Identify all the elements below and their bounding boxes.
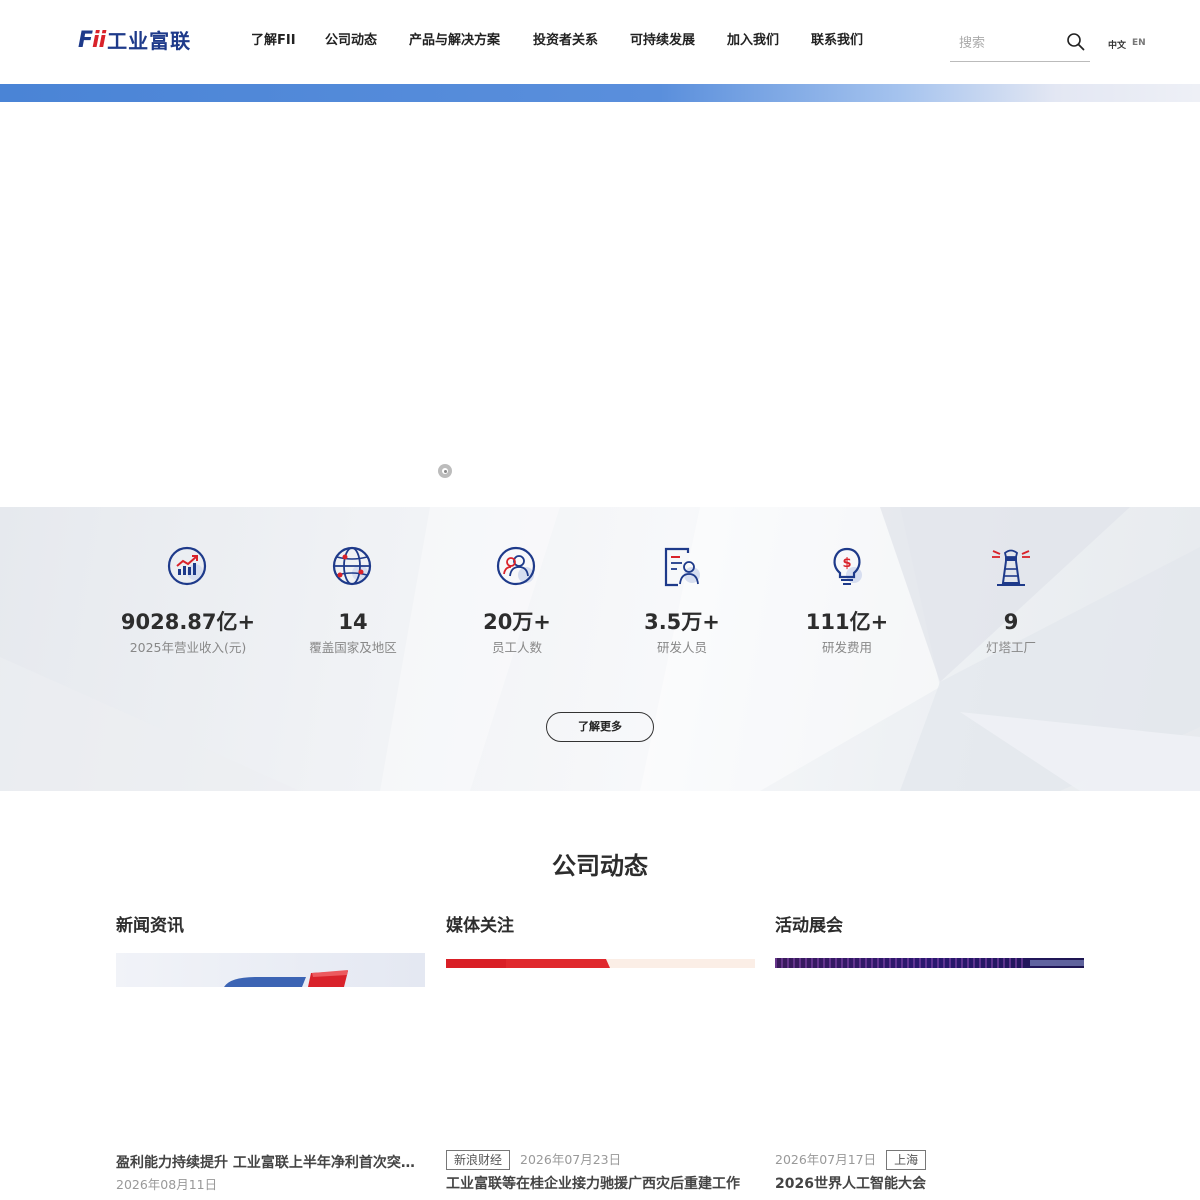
stat-label: 研发人员 xyxy=(656,640,707,655)
media-meta: 新浪财经 2026年07月23日 xyxy=(446,1150,621,1170)
stat-researchers: 3.5万+ 研发人员 xyxy=(600,545,764,656)
hero-banner xyxy=(0,102,1200,507)
media-column: 媒体关注 新浪财经 2026年07月23日 工业富联等在桂企业接力驰援广西灾后重… xyxy=(446,913,755,1192)
nav-contact-us[interactable]: 联系我们 xyxy=(811,32,863,50)
news-date: 2026年08月11日 xyxy=(116,1177,218,1192)
media-thumbnail-image xyxy=(446,959,755,968)
stat-label: 员工人数 xyxy=(491,640,542,655)
stats-band: 9028.87亿+ 2025年营业收入(元) 14 覆盖国家及地区 20万+ 员… xyxy=(0,507,1200,791)
growth-chart-icon xyxy=(167,546,207,586)
carousel-indicator[interactable] xyxy=(438,464,452,478)
nav-sustainability[interactable]: 可持续发展 xyxy=(630,32,695,50)
stat-label: 2025年营业收入(元) xyxy=(129,640,247,655)
nav-about-fii[interactable]: 了解FII xyxy=(251,32,296,50)
media-headline[interactable]: 工业富联等在桂企业接力驰援广西灾后重建工作 xyxy=(446,1174,755,1194)
news-meta: 2026年08月11日 xyxy=(116,1176,217,1194)
lightbulb-dollar-icon: $ xyxy=(833,547,862,585)
stat-value: 3.5万+ xyxy=(644,610,720,634)
language-switch: 中文 EN xyxy=(1108,38,1146,51)
search-input[interactable] xyxy=(950,26,1058,60)
fii-logo[interactable]: Fii 工业富联 xyxy=(78,28,192,54)
events-meta: 2026年07月17日 上海 xyxy=(775,1150,927,1170)
news-column: 新闻资讯 盈利能力持续提升 工业富联上半年净利首次突破百亿元 2026年08月1… xyxy=(116,913,425,1192)
researcher-icon xyxy=(664,547,700,587)
search-box xyxy=(950,26,1090,62)
learn-more-button[interactable]: 了解更多 xyxy=(546,712,654,742)
globe-icon xyxy=(332,546,372,586)
stat-value: 14 xyxy=(338,610,368,634)
media-column-heading[interactable]: 媒体关注 xyxy=(446,913,755,939)
media-source-tag: 新浪财经 xyxy=(446,1150,511,1170)
stat-value: 20万+ xyxy=(483,610,551,634)
events-location-tag: 上海 xyxy=(886,1150,927,1170)
events-date: 2026年07月17日 xyxy=(775,1152,877,1167)
stat-value: 9028.87亿+ xyxy=(120,610,256,634)
stat-value: 9 xyxy=(1003,610,1019,634)
header-accent-bar xyxy=(0,84,1200,102)
lighthouse-icon xyxy=(992,549,1030,586)
events-thumbnail[interactable] xyxy=(775,953,1084,1143)
logo-text: 工业富联 xyxy=(107,29,192,53)
news-section-title: 公司动态 xyxy=(552,852,648,880)
events-thumbnail-image xyxy=(775,958,1084,968)
stat-label: 覆盖国家及地区 xyxy=(309,640,397,655)
stat-rd-expense: $ 111亿+ 研发费用 xyxy=(765,545,929,656)
stat-countries: 14 覆盖国家及地区 xyxy=(271,545,435,656)
search-icon[interactable] xyxy=(1066,32,1086,52)
stat-revenue: 9028.87亿+ 2025年营业收入(元) xyxy=(106,545,270,656)
stat-lighthouse-factories: 9 灯塔工厂 xyxy=(929,545,1093,656)
lang-chinese[interactable]: 中文 xyxy=(1108,38,1126,51)
nav-company-news[interactable]: 公司动态 xyxy=(325,32,377,50)
nav-products-solutions[interactable]: 产品与解决方案 xyxy=(409,32,500,50)
stat-employees: 20万+ 员工人数 xyxy=(435,545,599,656)
events-headline[interactable]: 2026世界人工智能大会 xyxy=(775,1174,1084,1194)
nav-investor-relations[interactable]: 投资者关系 xyxy=(533,32,598,50)
media-thumbnail[interactable] xyxy=(446,953,755,1143)
media-date: 2026年07月23日 xyxy=(520,1152,622,1167)
stat-label: 研发费用 xyxy=(821,640,872,655)
news-thumbnail-image xyxy=(116,953,425,987)
news-headline[interactable]: 盈利能力持续提升 工业富联上半年净利首次突破百亿元 xyxy=(116,1153,425,1173)
stat-value: 111亿+ xyxy=(805,610,889,634)
lang-english[interactable]: EN xyxy=(1132,38,1146,51)
logo-mark: Fii xyxy=(78,28,106,53)
employees-icon xyxy=(496,546,536,586)
svg-text:$: $ xyxy=(842,556,851,571)
news-thumbnail[interactable] xyxy=(116,953,425,1143)
site-header: Fii 工业富联 了解FII 公司动态 产品与解决方案 投资者关系 可持续发展 … xyxy=(0,0,1200,84)
stat-label: 灯塔工厂 xyxy=(985,640,1036,655)
nav-join-us[interactable]: 加入我们 xyxy=(727,32,779,50)
events-column: 活动展会 2026年07月17日 上海 2026世界人工智能大会 xyxy=(775,913,1084,1192)
news-column-heading[interactable]: 新闻资讯 xyxy=(116,913,425,939)
events-column-heading[interactable]: 活动展会 xyxy=(775,913,1084,939)
